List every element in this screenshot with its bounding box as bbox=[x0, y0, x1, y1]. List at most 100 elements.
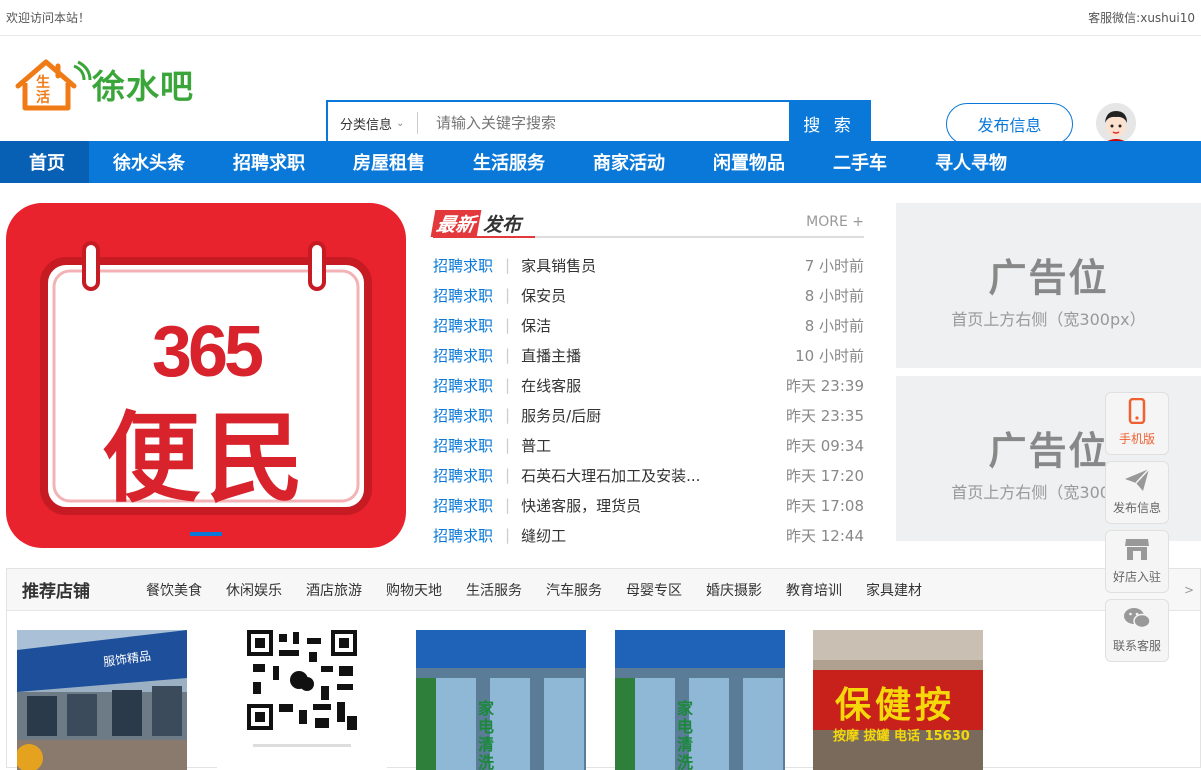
separator: | bbox=[505, 316, 511, 334]
float-button-paper-plane[interactable]: 发布信息 bbox=[1105, 461, 1169, 524]
float-button-mobile[interactable]: 手机版 bbox=[1105, 392, 1169, 455]
stores-tab[interactable]: 教育培训 bbox=[786, 580, 842, 600]
post-time: 昨天 12:44 bbox=[786, 526, 864, 545]
post-category[interactable]: 招聘求职 bbox=[433, 345, 493, 366]
post-time: 昨天 17:08 bbox=[786, 496, 864, 515]
post-category[interactable]: 招聘求职 bbox=[433, 495, 493, 516]
ad-slot-title: 广告位 bbox=[988, 256, 1109, 300]
nav-item[interactable]: 寻人寻物 bbox=[911, 141, 1031, 183]
float-button-store[interactable]: 好店入驻 bbox=[1105, 530, 1169, 593]
avatar[interactable] bbox=[1096, 103, 1136, 143]
list-item[interactable]: 招聘求职 | 快递客服，理货员 昨天 17:08 bbox=[433, 490, 864, 520]
nav-item[interactable]: 徐水头条 bbox=[89, 141, 209, 183]
carousel-indicator[interactable] bbox=[190, 532, 222, 536]
site-logo[interactable]: 生活 徐水吧 bbox=[12, 56, 202, 112]
store-card[interactable]: 家电清洗 bbox=[416, 630, 586, 770]
stores-more-link[interactable]: > bbox=[1184, 583, 1194, 597]
latest-posts-header: 最新 发布 MORE + bbox=[430, 206, 864, 238]
list-item[interactable]: 招聘求职 | 直播主播 10 小时前 bbox=[433, 340, 864, 370]
list-item[interactable]: 招聘求职 | 服务员/后厨 昨天 23:35 bbox=[433, 400, 864, 430]
store-card[interactable]: 保健按 按摩 拔罐 电话 15630 bbox=[813, 630, 983, 770]
post-category[interactable]: 招聘求职 bbox=[433, 375, 493, 396]
store-card[interactable]: 家电清洗 bbox=[615, 630, 785, 770]
top-bar: 欢迎访问本站！ 客服微信:xushui10 bbox=[0, 0, 1201, 36]
post-title[interactable]: 在线客服 bbox=[521, 375, 701, 396]
search-button[interactable]: 搜 索 bbox=[789, 102, 869, 144]
stores-tab[interactable]: 生活服务 bbox=[466, 580, 522, 600]
stores-tab[interactable]: 汽车服务 bbox=[546, 580, 602, 600]
stores-tab[interactable]: 家具建材 bbox=[866, 580, 922, 600]
house-logo-icon: 生活 bbox=[12, 56, 92, 112]
nav-item[interactable]: 闲置物品 bbox=[689, 141, 809, 183]
main-nav: 首页 徐水头条 招聘求职 房屋租售 生活服务 商家活动 闲置物品 二手车 寻人寻物 bbox=[0, 141, 1201, 183]
list-item[interactable]: 招聘求职 | 普工 昨天 09:34 bbox=[433, 430, 864, 460]
post-time: 8 小时前 bbox=[804, 286, 864, 305]
post-title[interactable]: 石英石大理石加工及安装... bbox=[521, 465, 701, 486]
more-link[interactable]: MORE + bbox=[806, 214, 864, 230]
post-title[interactable]: 保安员 bbox=[521, 285, 701, 306]
list-item[interactable]: 招聘求职 | 保洁 8 小时前 bbox=[433, 310, 864, 340]
store-sign-sub: 按摩 拔罐 电话 15630 bbox=[833, 729, 970, 744]
publish-info-button[interactable]: 发布信息 bbox=[946, 103, 1073, 145]
post-title[interactable]: 直播主播 bbox=[521, 345, 701, 366]
ad-slot-1[interactable]: 广告位 首页上方右侧（宽300px） bbox=[896, 203, 1201, 368]
nav-item[interactable]: 商家活动 bbox=[569, 141, 689, 183]
search-input[interactable] bbox=[418, 102, 789, 144]
logo-text: 徐水吧 bbox=[92, 67, 194, 106]
post-category[interactable]: 招聘求职 bbox=[433, 435, 493, 456]
separator: | bbox=[505, 406, 511, 424]
stores-tab[interactable]: 购物天地 bbox=[386, 580, 442, 600]
float-button-label: 手机版 bbox=[1118, 432, 1155, 446]
separator: | bbox=[505, 286, 511, 304]
post-title[interactable]: 服务员/后厨 bbox=[521, 405, 701, 426]
stores-tab[interactable]: 酒店旅游 bbox=[306, 580, 362, 600]
category-select[interactable]: 分类信息 ⌄ bbox=[328, 112, 418, 134]
post-category[interactable]: 招聘求职 bbox=[433, 465, 493, 486]
list-item[interactable]: 招聘求职 | 在线客服 昨天 23:39 bbox=[433, 370, 864, 400]
post-time: 昨天 09:34 bbox=[786, 436, 864, 455]
store-sign: 保健按 bbox=[835, 685, 956, 726]
mobile-icon bbox=[1123, 397, 1151, 425]
store-icon bbox=[1123, 535, 1151, 563]
post-category[interactable]: 招聘求职 bbox=[433, 525, 493, 546]
list-item[interactable]: 招聘求职 | 石英石大理石加工及安装... 昨天 17:20 bbox=[433, 460, 864, 490]
list-item[interactable]: 招聘求职 | 保安员 8 小时前 bbox=[433, 280, 864, 310]
store-card[interactable]: 服饰精品 bbox=[17, 630, 187, 770]
post-category[interactable]: 招聘求职 bbox=[433, 405, 493, 426]
separator: | bbox=[505, 376, 511, 394]
separator: | bbox=[505, 526, 511, 544]
latest-posts: 最新 发布 MORE + 招聘求职 | 家具销售员 7 小时前 招聘求职 | 保安员 8 小时… bbox=[430, 206, 864, 550]
latest-posts-title: 最新 发布 bbox=[430, 208, 521, 238]
latest-list: 招聘求职 | 家具销售员 7 小时前 招聘求职 | 保安员 8 小时前 招聘求职 | 保洁 8 小时前… bbox=[433, 250, 864, 550]
stores-tab[interactable]: 婚庆摄影 bbox=[706, 580, 762, 600]
nav-item[interactable]: 招聘求职 bbox=[209, 141, 329, 183]
post-title[interactable]: 普工 bbox=[521, 435, 701, 456]
float-button-label: 联系客服 bbox=[1112, 639, 1161, 653]
store-card[interactable] bbox=[217, 630, 387, 770]
wechat-icon bbox=[1123, 604, 1151, 632]
nav-item[interactable]: 生活服务 bbox=[449, 141, 569, 183]
post-title[interactable]: 保洁 bbox=[521, 315, 701, 336]
nav-item[interactable]: 首页 bbox=[0, 141, 89, 183]
float-button-wechat[interactable]: 联系客服 bbox=[1105, 599, 1169, 662]
list-item[interactable]: 招聘求职 | 家具销售员 7 小时前 bbox=[433, 250, 864, 280]
separator: | bbox=[505, 436, 511, 454]
welcome-text: 欢迎访问本站！ bbox=[6, 11, 91, 25]
post-title[interactable]: 缝纫工 bbox=[521, 525, 701, 546]
stores-tab[interactable]: 母婴专区 bbox=[626, 580, 682, 600]
banner-carousel[interactable]: 365 便民 bbox=[6, 203, 406, 548]
post-time: 7 小时前 bbox=[804, 256, 864, 275]
stores-tab[interactable]: 休闲娱乐 bbox=[226, 580, 282, 600]
post-category[interactable]: 招聘求职 bbox=[433, 315, 493, 336]
float-button-label: 发布信息 bbox=[1112, 501, 1161, 515]
post-title[interactable]: 快递客服，理货员 bbox=[521, 495, 701, 516]
customer-service-wechat: 客服微信:xushui10 bbox=[1088, 11, 1195, 25]
stores-tab[interactable]: 餐饮美食 bbox=[146, 580, 202, 600]
post-title[interactable]: 家具销售员 bbox=[521, 255, 701, 276]
nav-item[interactable]: 二手车 bbox=[809, 141, 911, 183]
nav-item[interactable]: 房屋租售 bbox=[329, 141, 449, 183]
list-item[interactable]: 招聘求职 | 缝纫工 昨天 12:44 bbox=[433, 520, 864, 550]
search-bar: 分类信息 ⌄ 搜 索 bbox=[326, 100, 871, 146]
post-category[interactable]: 招聘求职 bbox=[433, 285, 493, 306]
post-category[interactable]: 招聘求职 bbox=[433, 255, 493, 276]
